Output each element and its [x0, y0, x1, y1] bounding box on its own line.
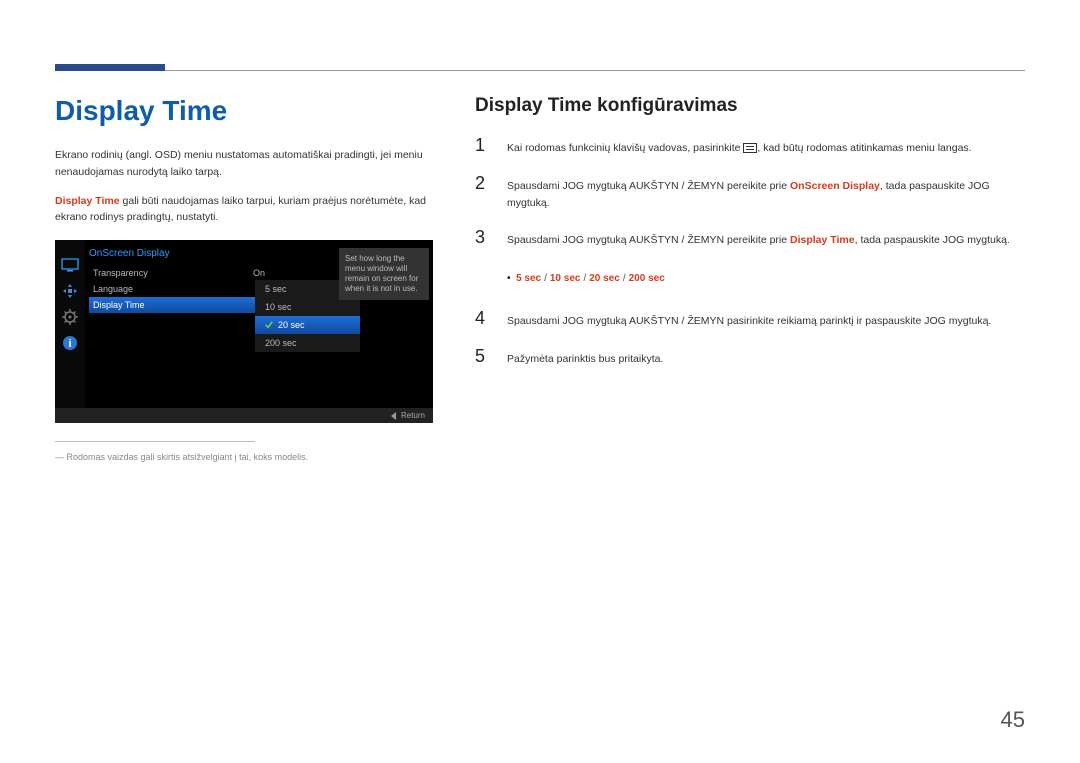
top-rule [55, 70, 1025, 71]
intro-paragraph-1: Ekrano rodinių (angl. OSD) meniu nustato… [55, 147, 435, 181]
steps-list: 1 Kai rodomas funkcinių klavišų vadovas,… [475, 135, 1025, 368]
step-text-5: Pažymėta parinktis bus pritaikyta. [507, 351, 1025, 368]
osd-menu-title: OnScreen Display [89, 248, 269, 259]
footnote-text: ― Rodomas vaizdas gali skirtis atsižvelg… [55, 452, 435, 462]
back-arrow-icon [391, 412, 396, 420]
footnote-rule [55, 441, 255, 442]
step-text-4: Spausdami JOG mygtuką AUKŠTYN / ŽEMYN pa… [507, 313, 1025, 330]
osd-screenshot: i OnScreen Display TransparencyOn Langua… [55, 240, 433, 423]
right-column: Display Time konfigūravimas 1 Kai rodoma… [475, 95, 1025, 462]
step-text-1: Kai rodomas funkcinių klavišų vadovas, p… [507, 140, 1025, 157]
step-text-3: Spausdami JOG mygtuką AUKŠTYN / ŽEMYN pe… [507, 232, 1025, 249]
move-icon [59, 280, 81, 302]
content-columns: Display Time Ekrano rodinių (angl. OSD) … [55, 95, 1025, 462]
gear-icon [59, 306, 81, 328]
info-icon: i [59, 332, 81, 354]
step-number-5: 5 [475, 346, 495, 367]
step-number-1: 1 [475, 135, 495, 156]
step-number-2: 2 [475, 173, 495, 194]
step-number-3: 3 [475, 227, 495, 248]
osd-bottom-bar: Return [55, 408, 433, 423]
left-column: Display Time Ekrano rodinių (angl. OSD) … [55, 95, 435, 462]
emphasis-term: Display Time [55, 195, 120, 207]
header-accent-bar [55, 64, 165, 71]
step-number-4: 4 [475, 308, 495, 329]
menu-icon [743, 143, 757, 153]
osd-menu: OnScreen Display TransparencyOn Language… [89, 248, 269, 313]
options-line: • 5 sec/10 sec/20 sec/200 sec [507, 273, 1025, 284]
page-number: 45 [1001, 707, 1025, 733]
check-icon [265, 321, 273, 329]
section-heading: Display Time konfigūravimas [475, 95, 1025, 117]
page-title: Display Time [55, 95, 435, 127]
osd-row-transparency: TransparencyOn [89, 265, 269, 281]
intro-paragraph-2: Display Time gali būti naudojamas laiko … [55, 193, 435, 227]
svg-text:i: i [68, 338, 71, 350]
osd-row-displaytime: Display Time [89, 297, 269, 313]
osd-option-20sec: 20 sec [255, 316, 360, 334]
monitor-icon [59, 254, 81, 276]
osd-sidebar: i [55, 240, 85, 423]
step-text-2: Spausdami JOG mygtuką AUKŠTYN / ŽEMYN pe… [507, 178, 1025, 212]
osd-option-200sec: 200 sec [255, 334, 360, 352]
osd-row-language: Language [89, 281, 269, 297]
osd-option-10sec: 10 sec [255, 298, 360, 316]
osd-help-text: Set how long the menu window will remain… [339, 248, 429, 300]
